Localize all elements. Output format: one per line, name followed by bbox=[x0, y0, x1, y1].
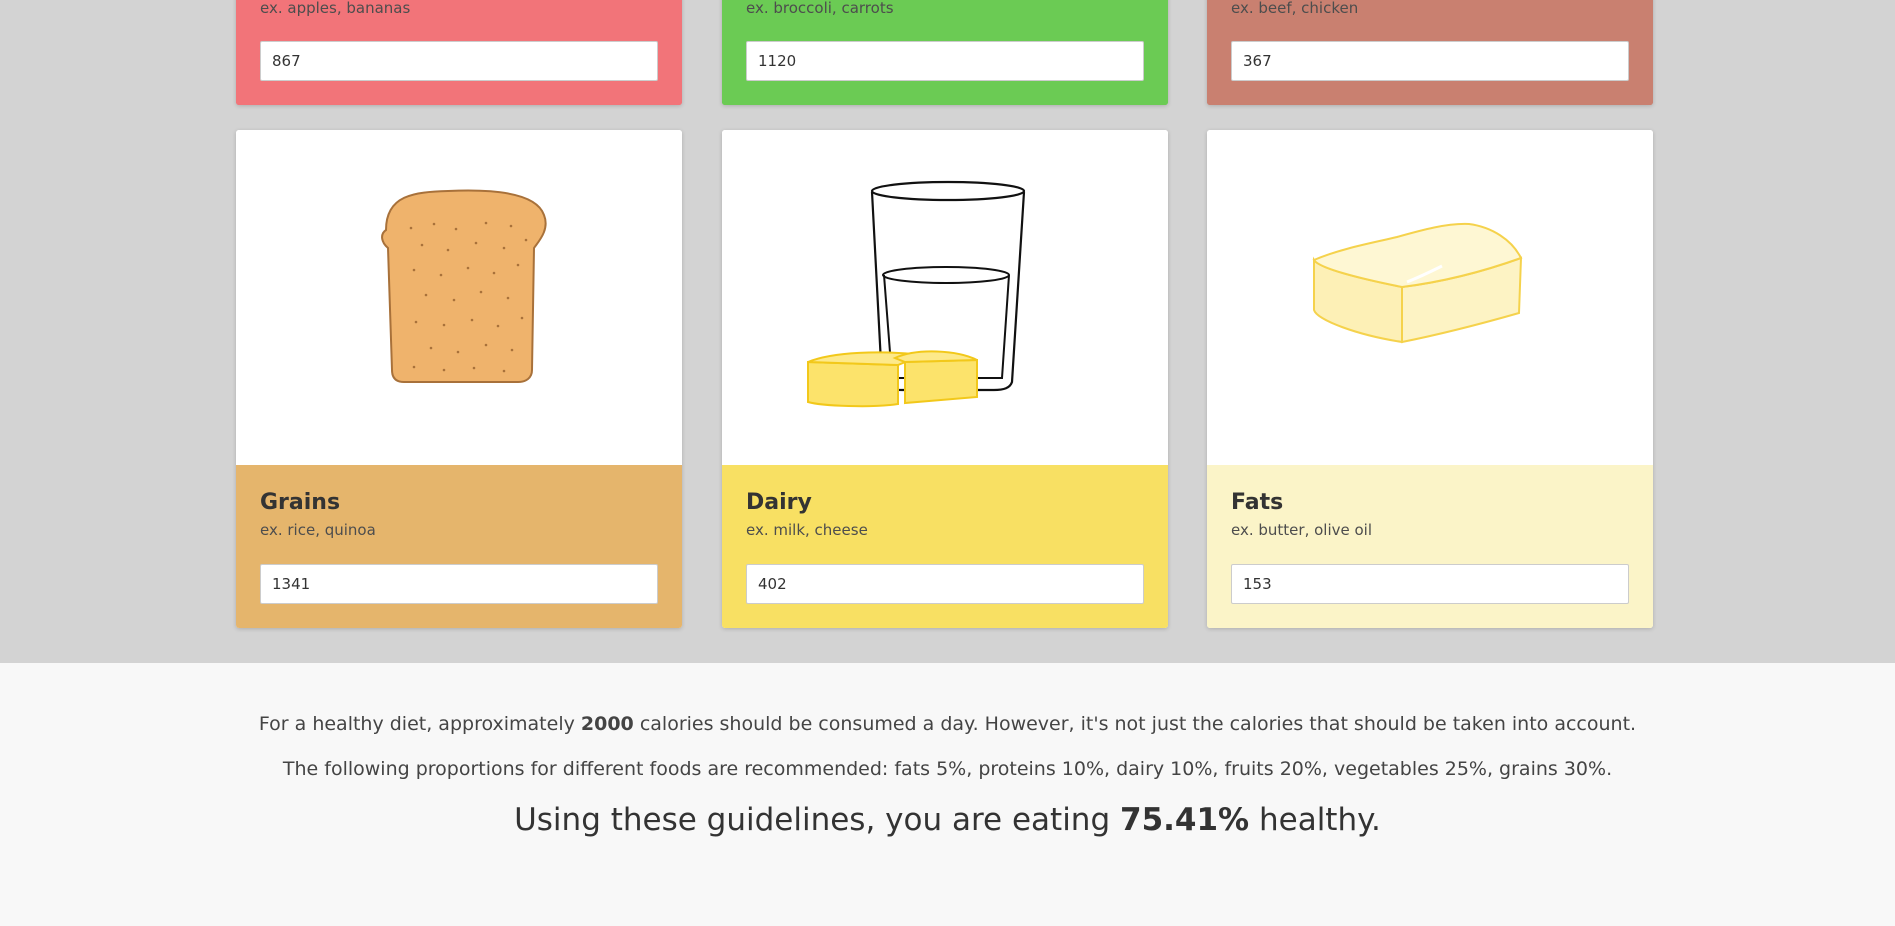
grains-calories-input[interactable] bbox=[260, 564, 658, 604]
dairy-title: Dairy bbox=[746, 490, 812, 515]
fats-calories-input[interactable] bbox=[1231, 564, 1629, 604]
bread-icon bbox=[381, 189, 547, 383]
calorie-target: 2000 bbox=[580, 713, 634, 735]
line3-text: Using these guidelines, you are eating bbox=[514, 802, 1120, 838]
proteins-calories-input[interactable] bbox=[1231, 41, 1629, 81]
fats-image bbox=[1207, 130, 1653, 465]
butter-icon bbox=[1312, 222, 1523, 344]
food-cards-section: ex. apples, bananas ex. broccoli, carrot… bbox=[0, 0, 1895, 663]
vegetables-calories-input[interactable] bbox=[746, 41, 1144, 81]
fats-card: Fats ex. butter, olive oil bbox=[1207, 130, 1653, 628]
health-percentage: 75.41% bbox=[1120, 802, 1250, 838]
milk-cheese-icon bbox=[807, 180, 1026, 408]
fats-panel: Fats ex. butter, olive oil bbox=[1207, 465, 1653, 628]
fruits-card: ex. apples, bananas bbox=[236, 0, 682, 105]
grains-card: Grains ex. rice, quinoa bbox=[236, 130, 682, 628]
fats-title: Fats bbox=[1231, 490, 1284, 515]
grains-image bbox=[236, 130, 682, 465]
summary-section: For a healthy diet, approximately 2000 c… bbox=[0, 663, 1895, 926]
line3-text-end: healthy. bbox=[1249, 802, 1381, 838]
dairy-image bbox=[722, 130, 1168, 465]
proportion-recommendation: The following proportions for different … bbox=[282, 758, 1613, 780]
dairy-example: ex. milk, cheese bbox=[746, 521, 868, 539]
health-score: Using these guidelines, you are eating 7… bbox=[0, 802, 1895, 838]
vegetables-panel: ex. broccoli, carrots bbox=[722, 0, 1168, 105]
proteins-card: ex. beef, chicken bbox=[1207, 0, 1653, 105]
fruits-calories-input[interactable] bbox=[260, 41, 658, 81]
dairy-panel: Dairy ex. milk, cheese bbox=[722, 465, 1168, 628]
fats-example: ex. butter, olive oil bbox=[1231, 521, 1372, 539]
vegetables-example: ex. broccoli, carrots bbox=[746, 0, 894, 17]
dairy-card: Dairy ex. milk, cheese bbox=[722, 130, 1168, 628]
grains-panel: Grains ex. rice, quinoa bbox=[236, 465, 682, 628]
fruits-example: ex. apples, bananas bbox=[260, 0, 411, 17]
grains-title: Grains bbox=[260, 490, 341, 515]
calorie-recommendation: For a healthy diet, approximately 2000 c… bbox=[0, 713, 1895, 735]
grains-example: ex. rice, quinoa bbox=[260, 521, 376, 539]
dairy-calories-input[interactable] bbox=[746, 564, 1144, 604]
line1-text-end: calories should be consumed a day. Howev… bbox=[633, 713, 1637, 735]
proteins-panel: ex. beef, chicken bbox=[1207, 0, 1653, 105]
fruits-panel: ex. apples, bananas bbox=[236, 0, 682, 105]
vegetables-card: ex. broccoli, carrots bbox=[722, 0, 1168, 105]
proteins-example: ex. beef, chicken bbox=[1231, 0, 1359, 17]
line1-text: For a healthy diet, approximately bbox=[258, 713, 581, 735]
